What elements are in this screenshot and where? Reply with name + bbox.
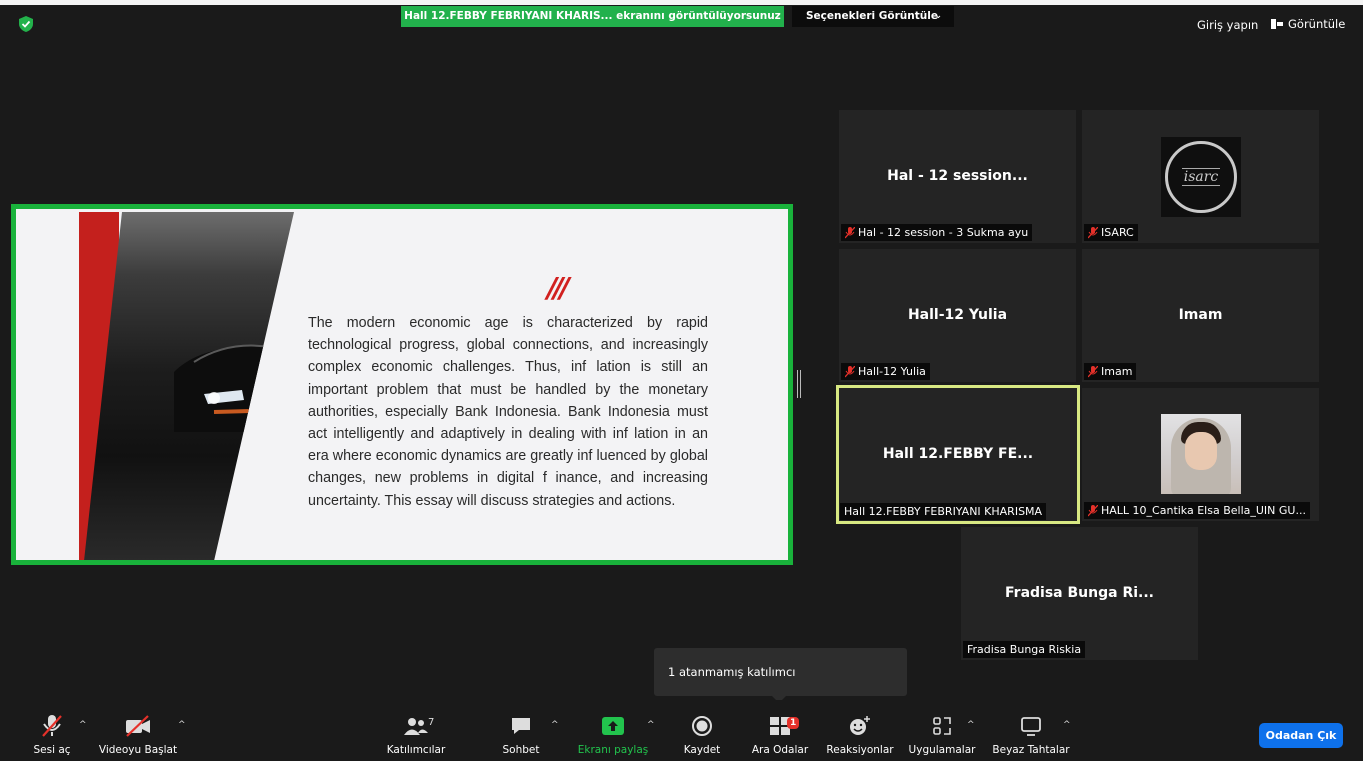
participant-name: Fradisa Bunga Riskia: [967, 643, 1082, 656]
record-label: Kaydet: [683, 744, 721, 756]
breakout-rooms-button[interactable]: Ara Odalar: [749, 714, 811, 756]
record-button[interactable]: Kaydet: [680, 714, 724, 756]
whiteboards-label: Beyaz Tahtalar: [992, 744, 1070, 756]
top-strip: [0, 0, 1363, 5]
view-options-button[interactable]: Seçenekleri Görüntüle ⌄: [792, 6, 954, 27]
whiteboard-icon: [1021, 717, 1041, 736]
participant-tile[interactable]: Fradisa Bunga Ri... Fradisa Bunga Riskia: [961, 527, 1198, 660]
reactions-icon: [850, 716, 870, 735]
view-label: Görüntüle: [1288, 17, 1346, 31]
participants-icon: [404, 718, 428, 735]
participant-tile[interactable]: HALL 10_Cantika Elsa Bella_UIN GU...: [1082, 388, 1319, 521]
split-resize-handle[interactable]: [797, 370, 801, 398]
participant-name: Hall-12 Yulia: [858, 365, 926, 378]
share-screen-label: Ekranı paylaş: [577, 744, 649, 756]
view-options-label: Seçenekleri Görüntüle: [806, 10, 938, 22]
apps-label: Uygulamalar: [908, 744, 976, 756]
share-screen-icon: [602, 717, 624, 735]
screen-share-banner: Hall 12.FEBBY FEBRIYANI KHARIS... ekranı…: [401, 6, 784, 27]
unmute-label: Sesi aç: [33, 744, 71, 756]
reactions-button[interactable]: Reaksiyonlar: [824, 714, 896, 756]
participant-nameplate: Hall 12.FEBBY FEBRIYANI KHARISMA: [840, 503, 1047, 520]
chevron-down-icon: ⌄: [934, 11, 942, 21]
car-image: [174, 344, 294, 432]
reactions-label: Reaksiyonlar: [826, 744, 894, 756]
audio-options-caret[interactable]: ^: [79, 720, 87, 730]
participant-tile[interactable]: Hal - 12 session... Hal - 12 session - 3…: [839, 110, 1076, 243]
isarc-logo-text: isarc: [1181, 168, 1221, 186]
chat-label: Sohbet: [502, 744, 540, 756]
isarc-logo: isarc: [1161, 137, 1241, 217]
participant-tile[interactable]: Imam Imam: [1082, 249, 1319, 382]
start-video-label: Videoyu Başlat: [98, 744, 178, 756]
participant-nameplate: Hal - 12 session - 3 Sukma ayu: [841, 224, 1033, 241]
breakout-tooltip: 1 atanmamış katılımcı: [654, 648, 907, 703]
muted-mic-icon: [845, 365, 855, 377]
participant-nameplate: Hall-12 Yulia: [841, 363, 930, 380]
whiteboards-button[interactable]: Beyaz Tahtalar: [990, 714, 1072, 756]
security-shield-icon[interactable]: [19, 16, 33, 32]
participant-nameplate: Imam: [1084, 363, 1137, 380]
view-button[interactable]: Görüntüle: [1271, 17, 1345, 31]
muted-microphone-icon: [42, 715, 62, 737]
apps-options-caret[interactable]: ^: [967, 720, 975, 730]
participant-nameplate: ISARC: [1084, 224, 1138, 241]
breakout-badge: 1: [787, 717, 800, 729]
muted-mic-icon: [1088, 365, 1098, 377]
slide-paragraph: The modern economic age is characterized…: [308, 315, 708, 509]
share-screen-button[interactable]: Ekranı paylaş: [574, 714, 652, 756]
start-video-button[interactable]: Videoyu Başlat: [88, 714, 188, 756]
participant-video: [1161, 414, 1241, 494]
shared-screen[interactable]: /// The modern economic age is character…: [11, 204, 793, 565]
sign-in-link[interactable]: Giriş yapın: [1197, 18, 1258, 32]
video-off-icon: [126, 715, 150, 737]
video-options-caret[interactable]: ^: [178, 720, 186, 730]
participant-name: Hal - 12 session - 3 Sukma ayu: [858, 226, 1029, 239]
participant-display-name: Hal - 12 session...: [887, 168, 1028, 184]
participant-name: Hall 12.FEBBY FEBRIYANI KHARISMA: [844, 505, 1043, 518]
whiteboard-options-caret[interactable]: ^: [1063, 720, 1071, 730]
participants-count: 7: [428, 717, 435, 728]
muted-mic-icon: [1088, 226, 1098, 238]
slide-slashes-decoration: ///: [547, 271, 570, 304]
participant-name: Imam: [1101, 365, 1133, 378]
participant-nameplate: Fradisa Bunga Riskia: [963, 641, 1086, 658]
meeting-toolbar: Sesi aç ^ Videoyu Başlat ^ Katılımcılar …: [0, 700, 1363, 761]
participant-tile-active-speaker[interactable]: Hall 12.FEBBY FE... Hall 12.FEBBY FEBRIY…: [836, 385, 1080, 524]
participant-name: HALL 10_Cantika Elsa Bella_UIN GU...: [1101, 504, 1306, 517]
participant-display-name: Imam: [1178, 307, 1223, 323]
participants-label: Katılımcılar: [386, 744, 446, 756]
chat-icon: [512, 718, 530, 734]
apps-icon: [933, 717, 951, 735]
leave-room-button[interactable]: Odadan Çık: [1259, 723, 1343, 748]
participant-display-name: Hall-12 Yulia: [907, 307, 1008, 323]
muted-mic-icon: [845, 226, 855, 238]
participant-tile[interactable]: isarc ISARC: [1082, 110, 1319, 243]
participant-nameplate: HALL 10_Cantika Elsa Bella_UIN GU...: [1084, 502, 1310, 519]
chat-button[interactable]: Sohbet: [495, 714, 547, 756]
unmute-button[interactable]: Sesi aç: [30, 714, 74, 756]
record-icon: [692, 716, 712, 736]
participant-tile[interactable]: Hall-12 Yulia Hall-12 Yulia: [839, 249, 1076, 382]
participant-display-name: Hall 12.FEBBY FE...: [882, 446, 1034, 462]
share-options-caret[interactable]: ^: [647, 720, 655, 730]
breakout-rooms-label: Ara Odalar: [751, 744, 809, 756]
participants-button[interactable]: Katılımcılar: [376, 714, 456, 756]
chat-options-caret[interactable]: ^: [551, 720, 559, 730]
participant-display-name: Fradisa Bunga Ri...: [1005, 585, 1154, 601]
grid-view-icon: [1271, 19, 1283, 29]
muted-mic-icon: [1088, 504, 1098, 516]
participant-name: ISARC: [1101, 226, 1134, 239]
